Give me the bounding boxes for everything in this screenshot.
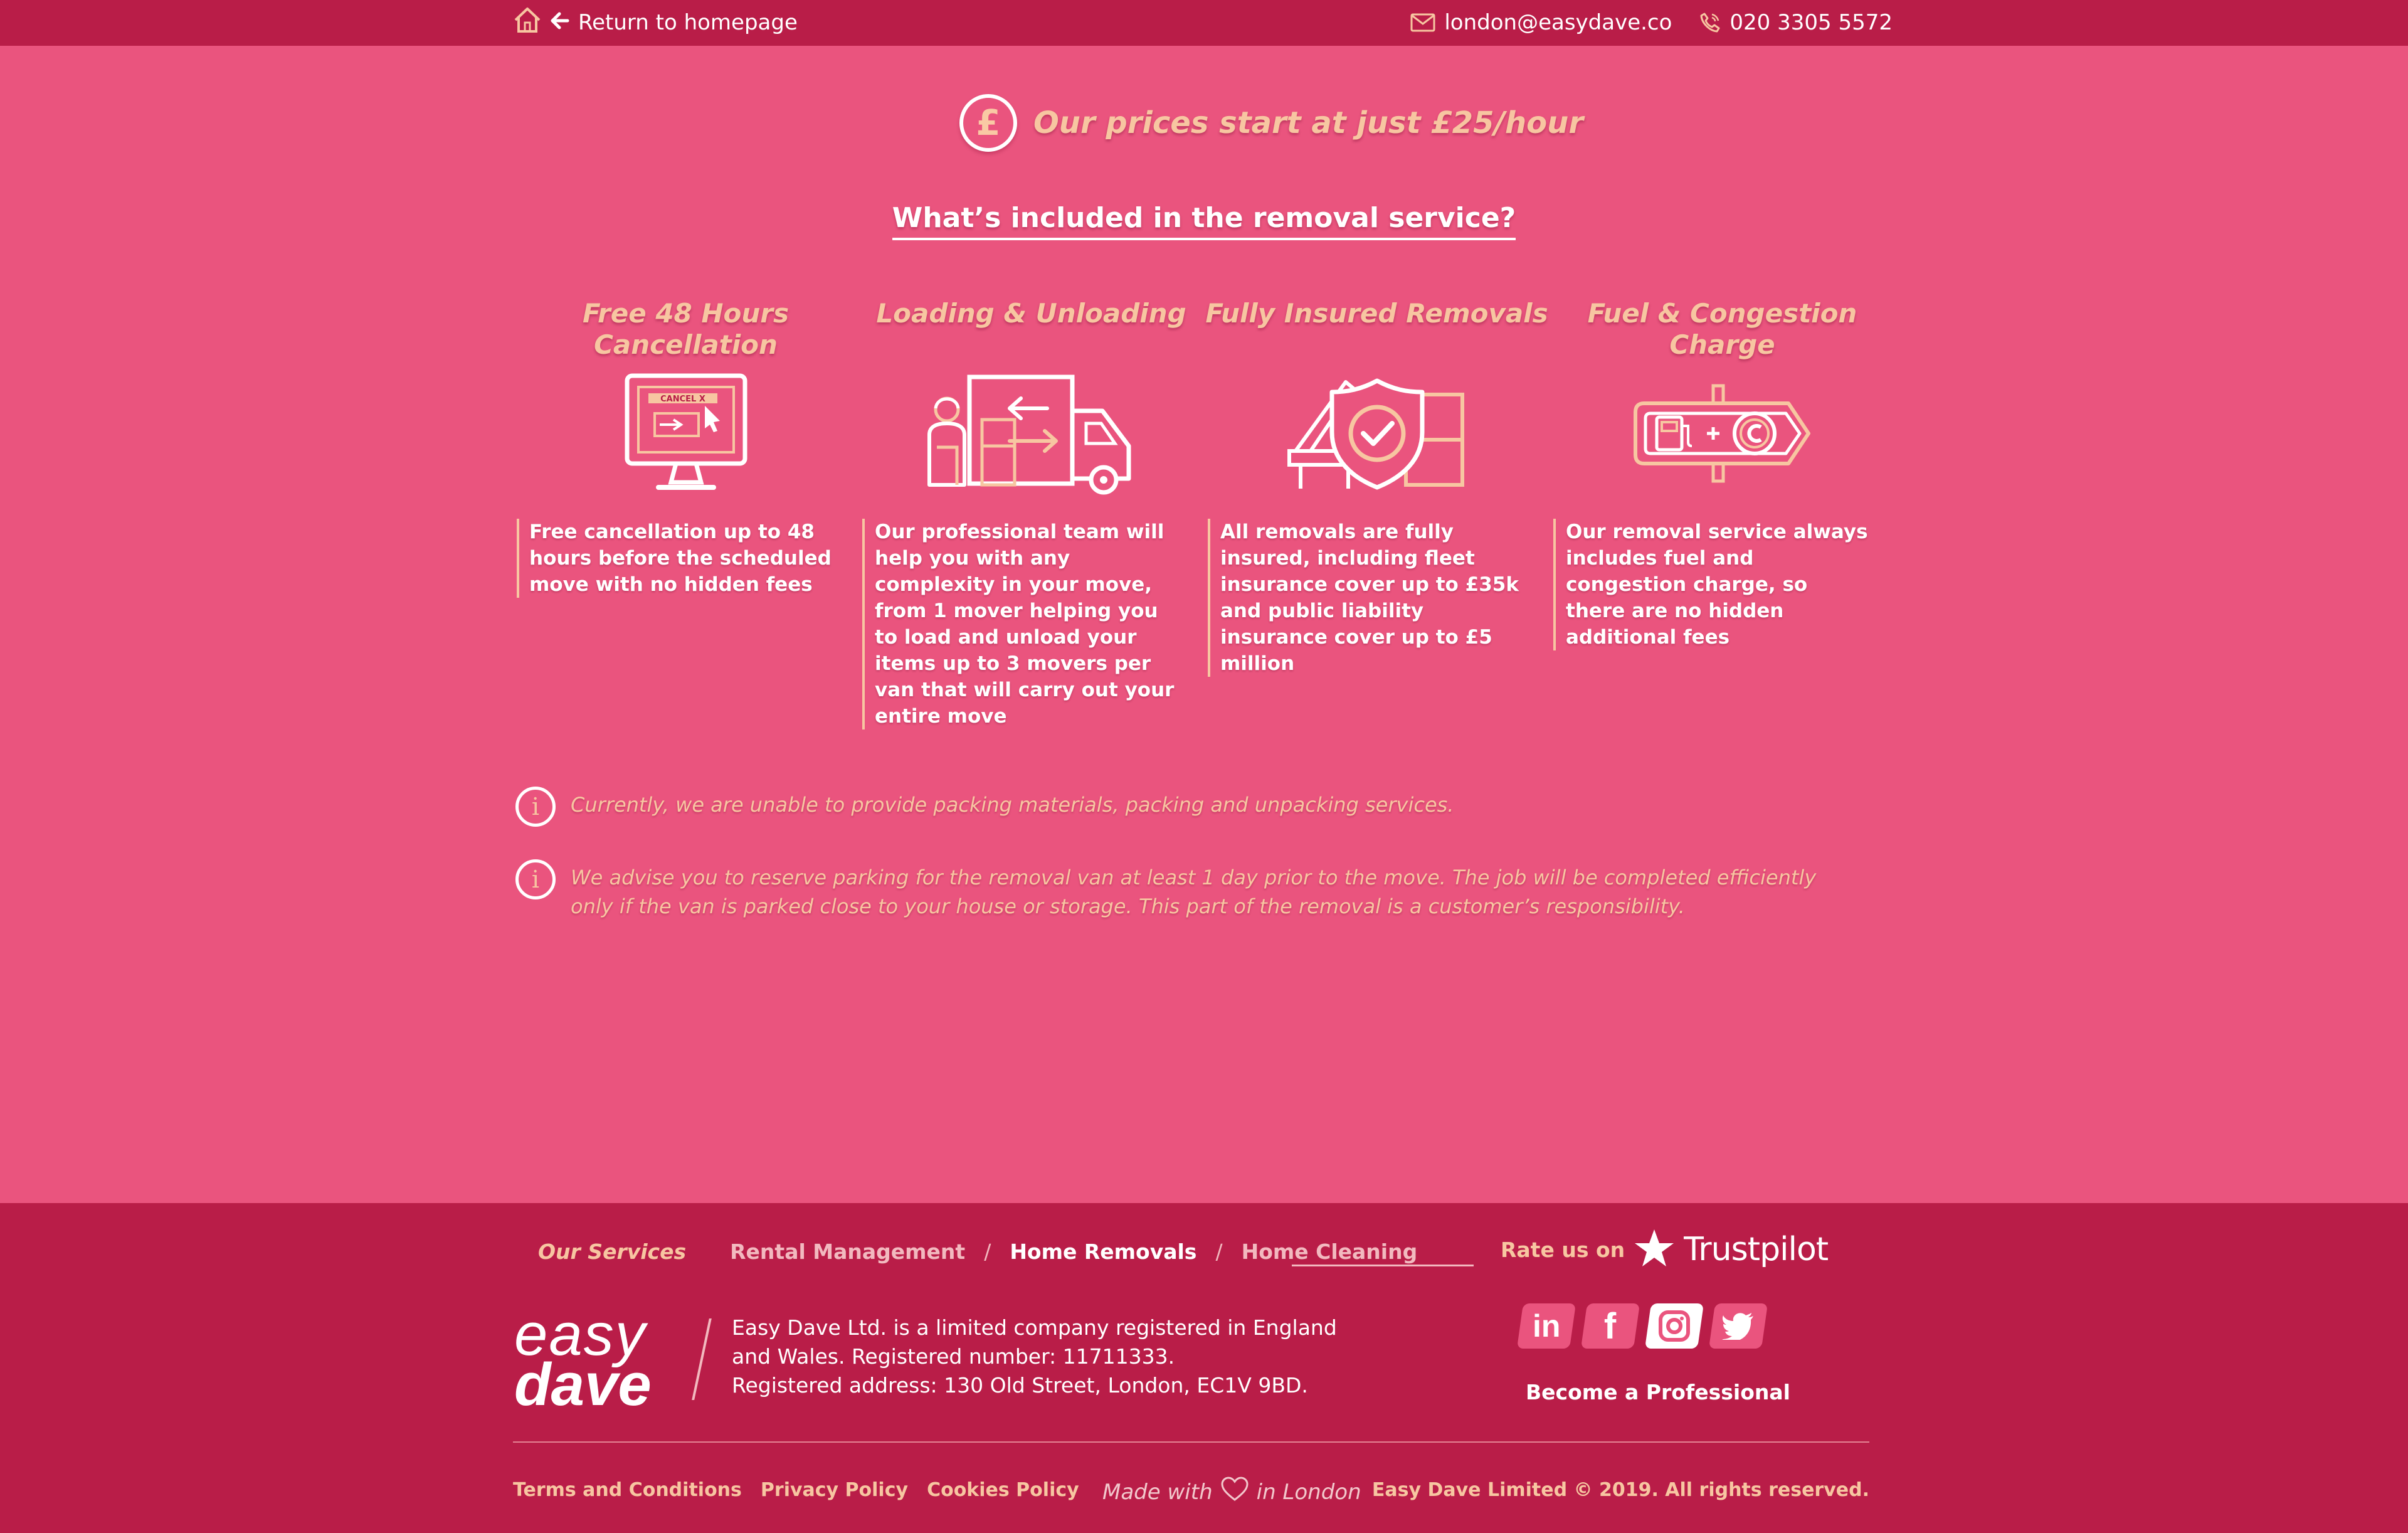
- trustpilot-name: Trustpilot: [1684, 1231, 1829, 1268]
- feature-title: Fuel & Congestion Charge: [1587, 298, 1857, 360]
- fuel-congestion-icon: [1550, 371, 1895, 496]
- price-banner: £ Our prices start at just £25/hour: [959, 94, 1583, 152]
- envelope-icon: [1410, 13, 1435, 32]
- arrow-left-icon: [551, 10, 569, 35]
- shield-check-icon: [1204, 371, 1550, 496]
- notice-text: Currently, we are unable to provide pack…: [571, 793, 1454, 817]
- linkedin-icon[interactable]: in: [1516, 1303, 1576, 1349]
- made-with-pre: Made with: [1102, 1479, 1213, 1505]
- feature-insured: Fully Insured Removals All removals are …: [1204, 298, 1550, 729]
- svg-text:CANCEL X: CANCEL X: [660, 395, 705, 404]
- top-bar: Return to homepage london@easydave.co 02…: [0, 0, 2408, 46]
- nav-home-removals[interactable]: Home Removals: [1010, 1239, 1196, 1264]
- features-grid: Free 48 Hours Cancellation CANCEL X Free…: [513, 298, 1895, 729]
- cookies-link[interactable]: Cookies Policy: [927, 1479, 1079, 1501]
- feature-cancellation: Free 48 Hours Cancellation CANCEL X Free…: [513, 298, 858, 729]
- twitter-icon[interactable]: [1708, 1303, 1768, 1349]
- notice-parking: i We advise you to reserve parking for t…: [515, 859, 1832, 921]
- email-link[interactable]: london@easydave.co: [1410, 10, 1672, 35]
- logo-divider: [692, 1318, 712, 1400]
- footer: Our Services Rental Management / Home Re…: [0, 1203, 2408, 1533]
- facebook-icon[interactable]: f: [1580, 1303, 1640, 1349]
- feature-fuel: Fuel & Congestion Charge Our removal ser…: [1550, 298, 1895, 729]
- feature-loading: Loading & Unloading Our professional tea…: [858, 298, 1204, 729]
- mover-truck-icon: [858, 371, 1204, 496]
- nav-separator: /: [984, 1239, 991, 1264]
- nav-home-cleaning[interactable]: Home Cleaning: [1242, 1239, 1474, 1266]
- info-icon: i: [515, 787, 556, 827]
- nav-rental-management[interactable]: Rental Management: [730, 1239, 965, 1264]
- feature-title: Free 48 Hours Cancellation: [582, 298, 789, 360]
- return-label: Return to homepage: [578, 10, 798, 35]
- copyright: Easy Dave Limited © 2019. All rights res…: [1371, 1479, 1869, 1501]
- easy-dave-logo[interactable]: easy dave: [514, 1305, 690, 1415]
- star-icon: [1634, 1228, 1675, 1271]
- feature-description: All removals are fully insured, includin…: [1208, 519, 1528, 677]
- feature-description: Our removal service always includes fuel…: [1553, 519, 1873, 650]
- trustpilot-link[interactable]: Rate us on Trustpilot: [1501, 1228, 1829, 1271]
- phone-icon: [1699, 12, 1721, 33]
- email-text: london@easydave.co: [1444, 10, 1672, 35]
- company-line: Easy Dave Ltd. is a limited company regi…: [732, 1315, 1337, 1340]
- nav-separator: /: [1215, 1239, 1223, 1264]
- footer-services-nav: Our Services Rental Management / Home Re…: [538, 1239, 1474, 1266]
- feature-title: Fully Insured Removals: [1205, 298, 1548, 329]
- terms-link[interactable]: Terms and Conditions: [513, 1479, 742, 1501]
- company-info: Easy Dave Ltd. is a limited company regi…: [732, 1313, 1390, 1400]
- info-icon: i: [515, 859, 556, 899]
- feature-description: Our professional team will help you with…: [862, 519, 1182, 729]
- made-with-post: in London: [1256, 1479, 1361, 1505]
- pound-icon: £: [959, 94, 1017, 152]
- company-line: and Wales. Registered number: 11711333.: [732, 1344, 1175, 1369]
- notice-text: We advise you to reserve parking for the…: [571, 866, 1817, 918]
- notice-packing: i Currently, we are unable to provide pa…: [515, 787, 1832, 827]
- services-title: Our Services: [538, 1239, 687, 1264]
- become-professional-link[interactable]: Become a Professional: [1526, 1380, 1790, 1404]
- instagram-icon[interactable]: [1644, 1303, 1704, 1349]
- heart-icon: [1220, 1477, 1249, 1507]
- included-title: What’s included in the removal service?: [0, 202, 2408, 240]
- rate-label: Rate us on: [1501, 1237, 1625, 1262]
- feature-title: Loading & Unloading: [876, 298, 1186, 329]
- privacy-link[interactable]: Privacy Policy: [761, 1479, 908, 1501]
- home-icon: [513, 6, 542, 40]
- return-home-link[interactable]: Return to homepage: [513, 6, 798, 39]
- company-line: Registered address: 130 Old Street, Lond…: [732, 1373, 1308, 1398]
- feature-description: Free cancellation up to 48 hours before …: [517, 519, 837, 598]
- cancel-monitor-icon: CANCEL X: [513, 371, 858, 496]
- social-links: in f: [1516, 1303, 1768, 1349]
- price-text: Our prices start at just £25/hour: [1033, 105, 1583, 141]
- footer-divider: [513, 1441, 1869, 1443]
- legal-links: Terms and Conditions Privacy Policy Cook…: [513, 1479, 1079, 1501]
- made-with-love: Made with in London: [1102, 1477, 1361, 1507]
- phone-text: 020 3305 5572: [1729, 10, 1893, 35]
- phone-link[interactable]: 020 3305 5572: [1699, 10, 1893, 35]
